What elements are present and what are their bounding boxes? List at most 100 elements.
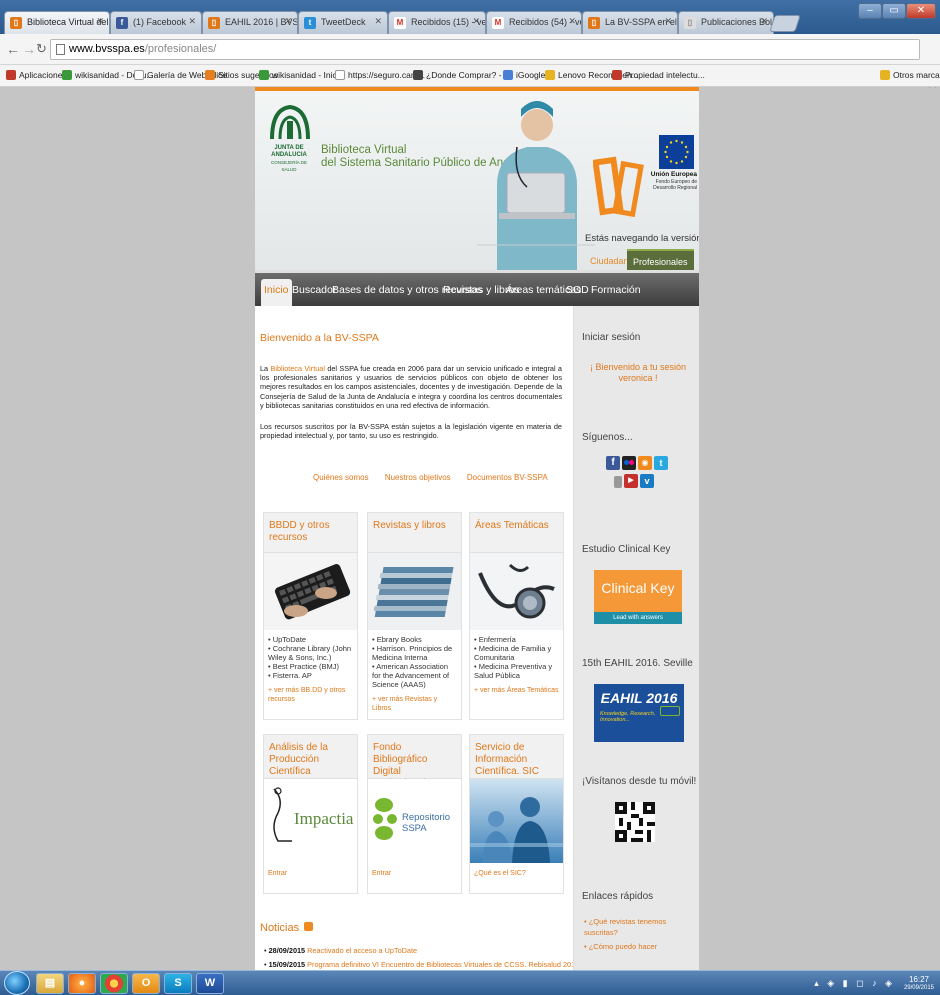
entrar-link[interactable]: Entrar <box>368 863 461 878</box>
browser-tab-active[interactable]: ▯ Biblioteca Virtual del Siste ✕ <box>4 11 110 34</box>
list-item[interactable]: • Medicina Preventiva y Salud Pública <box>474 662 559 680</box>
bookmark-item[interactable]: wikisanidad - Inicio <box>259 70 343 80</box>
list-item[interactable]: • Enfermería <box>474 635 559 644</box>
bookmark-item[interactable]: iGoogle <box>503 70 545 80</box>
facebook-favicon: f <box>116 17 128 29</box>
news-link[interactable]: Programa definitivo VI Encuentro de Bibl… <box>307 960 579 969</box>
close-icon[interactable]: ✕ <box>664 16 672 27</box>
reload-icon[interactable]: ↻ <box>36 42 47 56</box>
back-arrow-icon[interactable]: ← <box>6 42 20 56</box>
news-link[interactable]: Reactivado el acceso a UpToDate <box>307 946 417 955</box>
more-link[interactable]: + ver más Revistas y Libros <box>368 689 461 713</box>
more-link[interactable]: + ver más BB.DD y otros recursos <box>264 680 357 704</box>
biblioteca-virtual-link[interactable]: Biblioteca Virtual <box>270 364 325 373</box>
documentos-link[interactable]: Documentos BV-SSPA <box>467 473 548 482</box>
list-item[interactable]: • Cochrane Library (John Wiley & Sons, I… <box>268 644 353 662</box>
address-bar[interactable]: www.bvsspa.es/profesionales/ <box>50 39 920 60</box>
list-item[interactable]: • Fisterra. AP <box>268 671 353 680</box>
twitter-icon[interactable]: t <box>654 456 668 470</box>
list-item[interactable]: • Best Practice (BMJ) <box>268 662 353 671</box>
eu-title: Unión Europea <box>650 171 697 178</box>
junta-andalucia-logo[interactable] <box>268 103 312 143</box>
close-icon[interactable]: ✕ <box>284 16 292 27</box>
rss-icon[interactable]: ◉ <box>638 456 652 470</box>
browser-tab[interactable]: f (1) Facebook ✕ <box>110 11 202 34</box>
start-button[interactable] <box>4 971 30 995</box>
system-tray[interactable]: ▴ ◈ ▮ ◻ ♪ ◈ <box>814 978 895 989</box>
tab-title: (1) Facebook <box>133 17 187 27</box>
vimeo-icon[interactable]: v <box>640 474 654 488</box>
news-item[interactable]: • 15/09/2015 Programa definitivo VI Encu… <box>264 960 579 969</box>
close-icon[interactable]: ✕ <box>472 16 480 27</box>
box-title[interactable]: Fondo Bibliográfico Digital Instituciona… <box>368 735 461 789</box>
news-item[interactable]: • 28/09/2015 Reactivado el acceso a UpTo… <box>264 946 417 955</box>
bookmark-item[interactable]: https://seguro.cam... <box>335 70 425 80</box>
close-window-button[interactable]: ✕ <box>906 3 936 19</box>
box-title[interactable]: BBDD y otros recursos <box>264 513 357 553</box>
list-item[interactable]: • Harrison. Principios de Medicina Inter… <box>372 644 457 662</box>
facebook-icon[interactable]: f <box>606 456 620 470</box>
list-item[interactable]: • Ebrary Books <box>372 635 457 644</box>
close-icon[interactable]: ✕ <box>96 16 104 27</box>
rss-icon[interactable] <box>304 922 314 931</box>
bookmark-label: Otros marcad <box>893 70 940 80</box>
bookmark-item[interactable]: Propiedad intelectu... <box>612 70 705 80</box>
firefox-icon[interactable]: ● <box>68 973 96 994</box>
bookmark-label: ¿Donde Comprar? - ... <box>426 70 512 80</box>
bookmark-label: Propiedad intelectu... <box>625 70 705 80</box>
browser-tab[interactable]: M Recibidos (54) - veronica ✕ <box>486 11 582 34</box>
entrar-link[interactable]: Entrar <box>264 863 357 878</box>
flickr-icon[interactable] <box>622 456 636 470</box>
nuestros-objetivos-link[interactable]: Nuestros objetivos <box>385 473 451 482</box>
list-item[interactable]: • UpToDate <box>268 635 353 644</box>
outlook-icon[interactable]: O <box>132 973 160 994</box>
nav-formacion[interactable]: Formación <box>591 284 641 296</box>
nav-buscador[interactable]: Buscador <box>292 284 336 296</box>
quick-link[interactable]: • ¿Qué revistas tenemos suscritas? <box>584 916 694 938</box>
box-title[interactable]: Servicio de Información Científica. SIC <box>470 735 563 779</box>
browser-tab[interactable]: t TweetDeck ✕ <box>298 11 388 34</box>
bookmark-item[interactable]: ¿Donde Comprar? - ... <box>413 70 511 80</box>
social-icons-row-2: ▶ v <box>614 474 664 490</box>
browser-tab[interactable]: ▯ EAHIL 2016 | BVSSPA-Sev ✕ <box>202 11 298 34</box>
youtube-icon[interactable]: ▶ <box>624 474 638 488</box>
taskbar-clock[interactable]: 16:27 29/09/2015 <box>904 975 934 993</box>
close-icon[interactable]: ✕ <box>188 16 196 27</box>
minimize-button[interactable]: – <box>858 3 882 19</box>
browser-tab[interactable]: ▯ La BV-SSPA en el boletín ✕ <box>582 11 678 34</box>
list-item-text: Best Practice (BMJ) <box>272 662 339 671</box>
other-bookmarks[interactable]: Otros marcad <box>880 70 940 80</box>
maximize-button[interactable]: ▭ <box>882 3 906 19</box>
box-title[interactable]: Revistas y libros <box>368 513 461 553</box>
about-links: Quiénes somos Nuestros objetivos Documen… <box>313 473 562 482</box>
chrome-icon[interactable] <box>100 973 128 994</box>
nav-inicio[interactable]: Inicio <box>261 279 292 306</box>
que-es-sic-link[interactable]: ¿Qué es el SIC? <box>470 863 563 878</box>
more-link[interactable]: + ver más Áreas Temáticas <box>470 680 563 695</box>
quick-link[interactable]: • ¿Cómo puedo hacer <box>584 941 694 952</box>
clinical-key-banner[interactable]: Clinical Key Lead with answers <box>594 570 682 624</box>
skype-icon[interactable]: S <box>164 973 192 994</box>
bookmark-item[interactable]: Aplicaciones <box>6 70 67 80</box>
word-icon[interactable]: W <box>196 973 224 994</box>
new-tab-button[interactable] <box>769 15 801 32</box>
file-explorer-icon[interactable]: ▤ <box>36 973 64 994</box>
browser-tab[interactable]: M Recibidos (15) - veronica ✕ <box>388 11 486 34</box>
box-title[interactable]: Análisis de la Producción Científica <box>264 735 357 779</box>
version-profesionales-tab[interactable]: Profesionales <box>627 249 694 271</box>
list-item[interactable]: • American Association for the Advanceme… <box>372 662 457 689</box>
close-icon[interactable]: ✕ <box>374 16 382 27</box>
google-plus-icon[interactable] <box>614 476 622 488</box>
qr-code-icon[interactable] <box>615 802 655 842</box>
forward-arrow-icon[interactable]: → <box>22 42 36 56</box>
close-icon[interactable]: ✕ <box>568 16 576 27</box>
eahil-title: 15th EAHIL 2016. Seville <box>582 658 693 669</box>
eu-flag-logo <box>659 135 694 169</box>
eahil-banner[interactable]: EAHIL 2016 Knowledge, Research, Innovati… <box>594 684 684 742</box>
nav-sod[interactable]: SOD <box>566 284 589 296</box>
quienes-somos-link[interactable]: Quiénes somos <box>313 473 369 482</box>
close-icon[interactable]: ✕ <box>760 16 768 27</box>
box-title[interactable]: Áreas Temáticas <box>470 513 563 553</box>
browser-tab[interactable]: ▯ Publicaciones Boletín clip ✕ <box>678 11 774 34</box>
list-item[interactable]: • Medicina de Familia y Comunitaria <box>474 644 559 662</box>
